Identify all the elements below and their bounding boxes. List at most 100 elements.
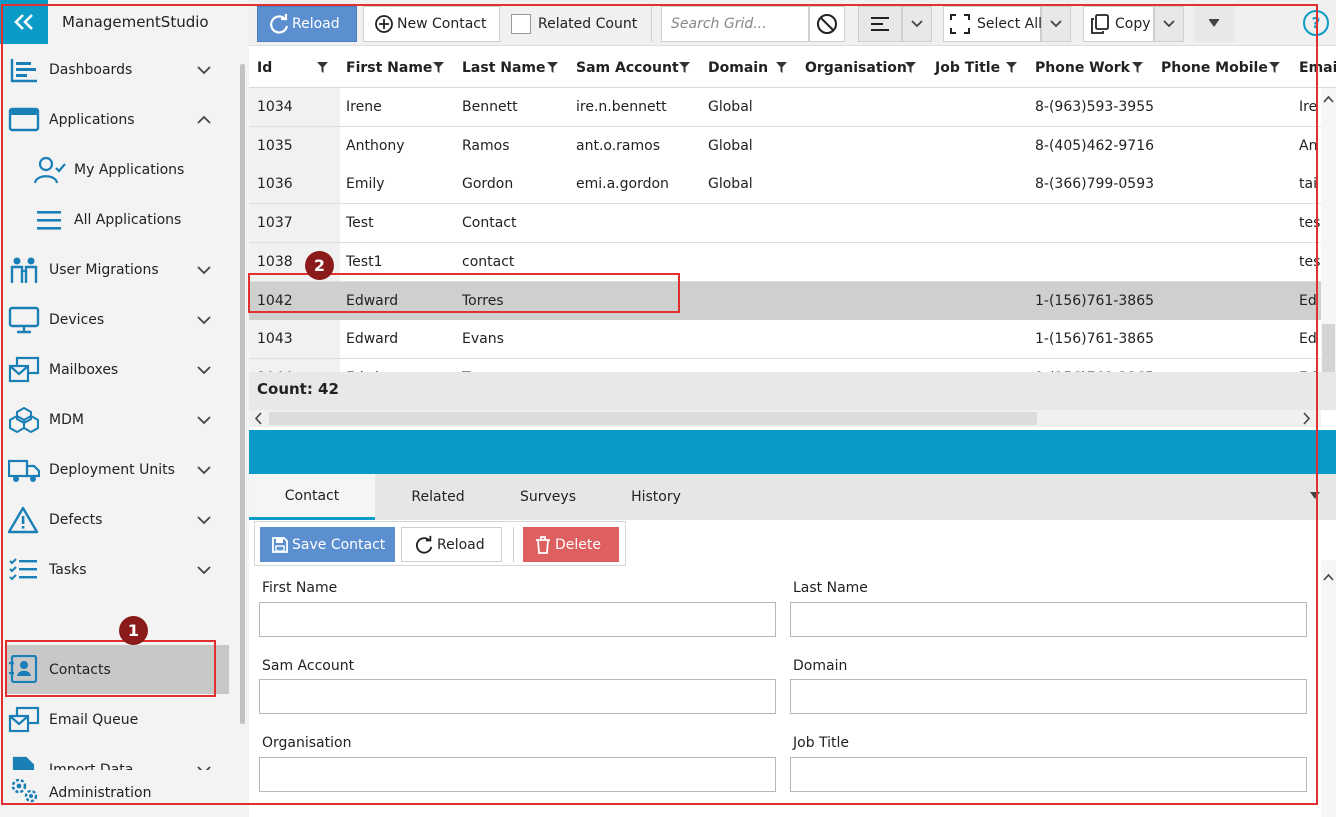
column-header-id[interactable]: Id <box>249 46 338 88</box>
table-cell: ire.n.bennett <box>576 99 667 115</box>
sidebar-item-dashboards[interactable]: Dashboards <box>0 47 240 93</box>
new-contact-button[interactable]: New Contact <box>363 6 500 42</box>
select-all-dropdown[interactable] <box>1041 6 1071 42</box>
column-header-first-name[interactable]: First Name <box>338 46 454 88</box>
column-header-phone-work[interactable]: Phone Work <box>1027 46 1153 88</box>
table-row[interactable]: 1037 Test Contact tes <box>249 204 1321 244</box>
sidebar-item-my-applications[interactable]: My Applications <box>0 147 240 193</box>
sam-account-field[interactable] <box>259 679 776 714</box>
sidebar-item-label: Email Queue <box>49 712 139 728</box>
sidebar-item-contacts[interactable]: Contacts <box>6 645 229 694</box>
sidebar-item-devices[interactable]: Devices <box>0 297 240 343</box>
filter-icon[interactable] <box>433 62 444 73</box>
chevron-down-icon <box>197 366 211 375</box>
contact-card-icon <box>9 655 38 683</box>
filter-icon[interactable] <box>1006 62 1017 73</box>
column-header-sam-account[interactable]: Sam Account <box>568 46 700 88</box>
filter-icon[interactable] <box>776 62 787 73</box>
grid-vertical-scroll-thumb[interactable] <box>1322 324 1335 372</box>
grid-horizontal-scroll-thumb[interactable] <box>269 412 1037 425</box>
column-header-phone-mobile[interactable]: Phone Mobile <box>1153 46 1291 88</box>
column-header-email[interactable]: Email <box>1291 46 1336 88</box>
table-row[interactable]: 1035 Anthony Ramos ant.o.ramos Global 8-(405)… <box>249 126 1321 166</box>
sidebar-item-deployment-units[interactable]: Deployment Units <box>0 447 240 493</box>
table-cell: Contact <box>462 215 517 232</box>
sidebar-item-all-applications[interactable]: All Applications <box>0 197 240 243</box>
filter-icon[interactable] <box>905 62 916 73</box>
tab-overflow-icon[interactable] <box>1309 491 1321 501</box>
job-title-field[interactable] <box>790 757 1307 792</box>
table-cell: 1-(156)761-3865 <box>1035 331 1155 348</box>
sidebar-item-administration[interactable]: Administration <box>0 770 240 816</box>
scroll-right-arrow-icon[interactable] <box>1300 410 1312 427</box>
gears-icon <box>11 778 38 803</box>
filter-icon[interactable] <box>1269 62 1280 73</box>
domain-label: Domain <box>793 658 848 674</box>
reload-contact-button[interactable]: Reload <box>401 527 502 562</box>
delete-contact-button[interactable]: Delete <box>523 527 619 562</box>
truck-icon <box>8 459 40 482</box>
sidebar-item-mdm[interactable]: MDM <box>0 397 240 443</box>
table-cell: Test1 <box>346 253 383 270</box>
chevron-down-icon <box>197 416 211 425</box>
column-header-organisation[interactable]: Organisation <box>797 46 927 88</box>
help-button[interactable]: ? <box>1303 10 1329 36</box>
column-header-last-name[interactable]: Last Name <box>454 46 568 88</box>
copy-button[interactable]: Copy <box>1083 6 1154 42</box>
grid-horizontal-scrollbar[interactable] <box>249 410 1321 427</box>
table-row[interactable]: 1034 Irene Bennett ire.n.bennett Global 8-(96… <box>249 88 1321 127</box>
sidebar-item-applications[interactable]: Applications <box>0 97 240 143</box>
related-count-toggle[interactable]: Related Count <box>500 6 640 42</box>
filter-icon[interactable] <box>317 62 328 73</box>
sidebar-item-email-queue[interactable]: Email Queue <box>0 697 240 743</box>
tab-related[interactable]: Related <box>375 474 501 520</box>
last-name-field[interactable] <box>790 602 1307 637</box>
caret-down-icon <box>1209 19 1219 27</box>
sidebar-item-label: Administration <box>49 785 152 801</box>
first-name-field[interactable] <box>259 602 776 637</box>
detail-vertical-scrollbar[interactable] <box>1321 560 1336 817</box>
column-layout-button[interactable] <box>858 6 902 42</box>
sidebar-item-tasks[interactable]: Tasks <box>0 547 240 593</box>
warning-icon <box>8 506 39 534</box>
scroll-left-arrow-icon[interactable] <box>253 410 265 427</box>
scroll-up-arrow-icon[interactable] <box>1321 572 1336 584</box>
column-layout-dropdown[interactable] <box>902 6 932 42</box>
filter-icon[interactable] <box>1132 62 1143 73</box>
table-cell: 1037 <box>257 215 293 232</box>
table-cell: ant.o.ramos <box>576 137 660 154</box>
column-header-job-title[interactable]: Job Title <box>927 46 1027 88</box>
sidebar-item-user-migrations[interactable]: User Migrations <box>0 247 240 293</box>
save-contact-button[interactable]: Save Contact <box>260 527 395 562</box>
grid-vertical-scrollbar[interactable] <box>1321 88 1336 410</box>
table-cell: 1035 <box>257 137 293 154</box>
sidebar-scrollbar[interactable] <box>240 64 245 724</box>
filter-icon[interactable] <box>679 62 690 73</box>
table-row[interactable]: 1043 Edward Evans 1-(156)761-3865 Ed <box>249 320 1321 360</box>
collapse-sidebar-button[interactable] <box>0 0 48 44</box>
filter-icon[interactable] <box>547 62 558 73</box>
select-all-button[interactable]: Select All <box>943 6 1042 42</box>
reload-button[interactable]: Reload <box>257 6 357 42</box>
organisation-field[interactable] <box>259 757 776 792</box>
toolbar-divider <box>651 6 652 42</box>
table-row[interactable]: 1038 Test1 contact tes <box>249 242 1321 282</box>
sidebar-item-defects[interactable]: Defects <box>0 497 240 543</box>
table-row[interactable]: 1042 Edward Torres 1-(156)761-3865 Ed <box>249 281 1321 321</box>
tab-contact[interactable]: Contact <box>249 474 375 520</box>
contact-actions: Save Contact Reload Delete <box>254 521 626 566</box>
tab-history[interactable]: History <box>593 474 719 520</box>
search-grid-input[interactable] <box>661 6 809 42</box>
column-header-domain[interactable]: Domain <box>700 46 797 88</box>
table-cell: 8-(405)462-9716 <box>1035 137 1155 154</box>
scroll-up-arrow-icon[interactable] <box>1321 94 1336 106</box>
table-row[interactable]: 1036 Emily Gordon emi.a.gordon Global 8-(366)… <box>249 165 1321 205</box>
clear-search-button[interactable] <box>809 6 845 42</box>
domain-field[interactable] <box>790 679 1307 714</box>
more-options-button[interactable] <box>1194 6 1234 42</box>
sidebar-item-mailboxes[interactable]: Mailboxes <box>0 347 240 393</box>
sidebar-item-label: All Applications <box>74 212 182 228</box>
table-cell: 8-(963)593-3955 <box>1035 99 1155 115</box>
copy-dropdown[interactable] <box>1154 6 1184 42</box>
related-count-checkbox[interactable] <box>511 14 531 34</box>
